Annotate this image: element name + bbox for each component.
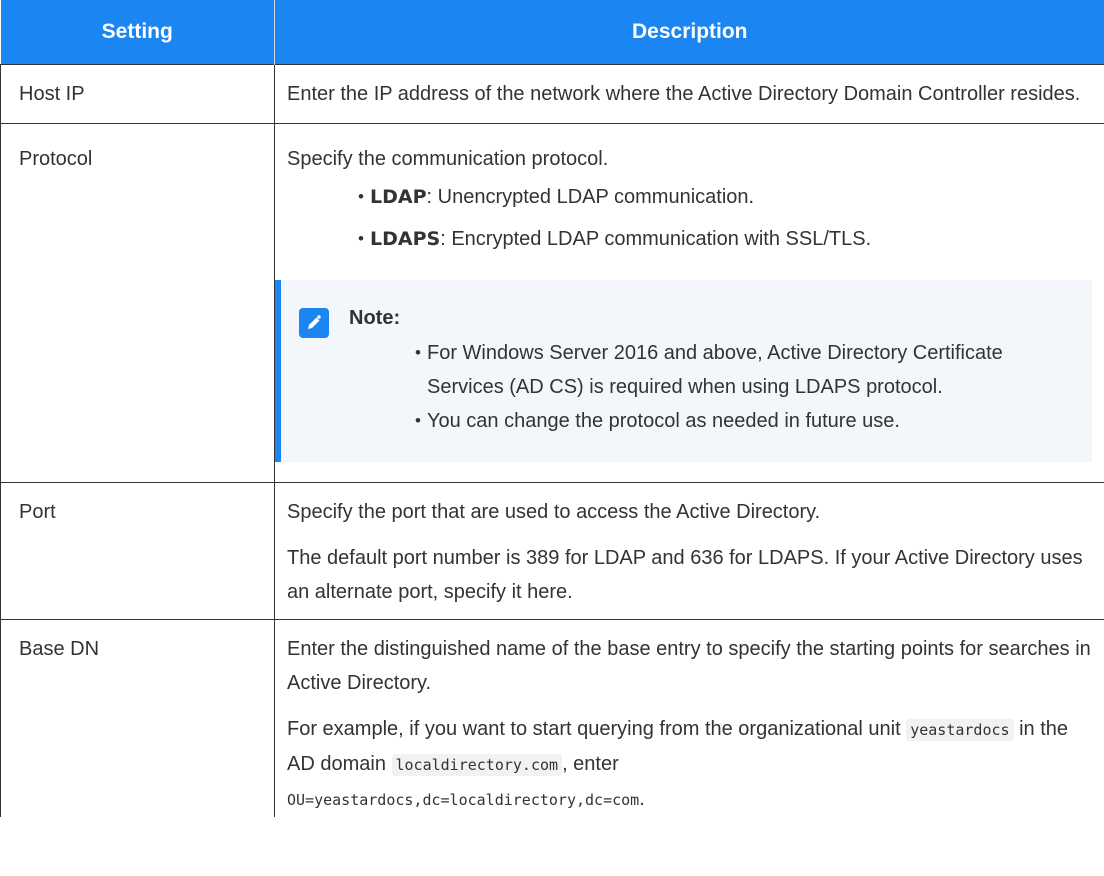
setting-description: Enter the distinguished name of the base… — [274, 619, 1104, 817]
setting-description: Enter the IP address of the network wher… — [274, 64, 1104, 124]
edit-pencil-icon — [299, 308, 329, 338]
setting-name: Protocol — [0, 123, 275, 483]
setting-name: Base DN — [0, 619, 275, 817]
table-row-port: Port Specify the port that are used to a… — [0, 482, 1104, 620]
table-row-host-ip: Host IP Enter the IP address of the netw… — [0, 64, 1104, 124]
option-term: LDAP — [370, 186, 427, 208]
description-text: Specify the port that are used to access… — [287, 501, 821, 523]
note-callout: Note: For Windows Server 2016 and above,… — [275, 280, 1092, 462]
example-end: . — [639, 788, 645, 810]
protocol-options-list: LDAP: Unencrypted LDAP communication. LD… — [287, 180, 1092, 256]
list-item: LDAPS: Encrypted LDAP communication with… — [358, 222, 1092, 256]
table-row-base-dn: Base DN Enter the distinguished name of … — [0, 619, 1104, 817]
option-text: : Encrypted LDAP communication with SSL/… — [440, 228, 872, 250]
ou-code: yeastardocs — [906, 719, 1014, 741]
example-text: For example, if you want to start queryi… — [287, 712, 1092, 817]
header-description: Description — [274, 0, 1104, 65]
description-text: Enter the IP address of the network wher… — [287, 83, 1081, 105]
list-item: For Windows Server 2016 and above, Activ… — [415, 336, 1072, 404]
list-item: LDAP: Unencrypted LDAP communication. — [358, 180, 1092, 214]
example-suffix: , enter — [562, 753, 619, 775]
example-prefix: For example, if you want to start queryi… — [287, 718, 907, 740]
table-header-row: Setting Description — [0, 0, 1104, 65]
domain-code: localdirectory.com — [391, 754, 563, 776]
note-content: Note: For Windows Server 2016 and above,… — [349, 306, 1072, 438]
settings-table: Setting Description Host IP Enter the IP… — [0, 0, 1104, 817]
header-setting: Setting — [0, 0, 275, 65]
option-text: : Unencrypted LDAP communication. — [426, 186, 755, 208]
setting-description: Specify the communication protocol. LDAP… — [274, 123, 1104, 483]
setting-name: Port — [0, 482, 275, 620]
setting-description: Specify the port that are used to access… — [274, 482, 1104, 620]
note-list: For Windows Server 2016 and above, Activ… — [349, 336, 1072, 438]
setting-name: Host IP — [0, 64, 275, 124]
option-term: LDAPS — [370, 228, 441, 250]
description-text: The default port number is 389 for LDAP … — [287, 547, 1083, 603]
table-row-protocol: Protocol Specify the communication proto… — [0, 123, 1104, 483]
description-text: Enter the distinguished name of the base… — [287, 638, 1091, 694]
base-dn-value-code: OU=yeastardocs,dc=localdirectory,dc=com — [287, 791, 640, 809]
note-title: Note: — [349, 307, 401, 329]
description-text: Specify the communication protocol. — [287, 148, 609, 170]
list-item: You can change the protocol as needed in… — [415, 404, 1072, 438]
